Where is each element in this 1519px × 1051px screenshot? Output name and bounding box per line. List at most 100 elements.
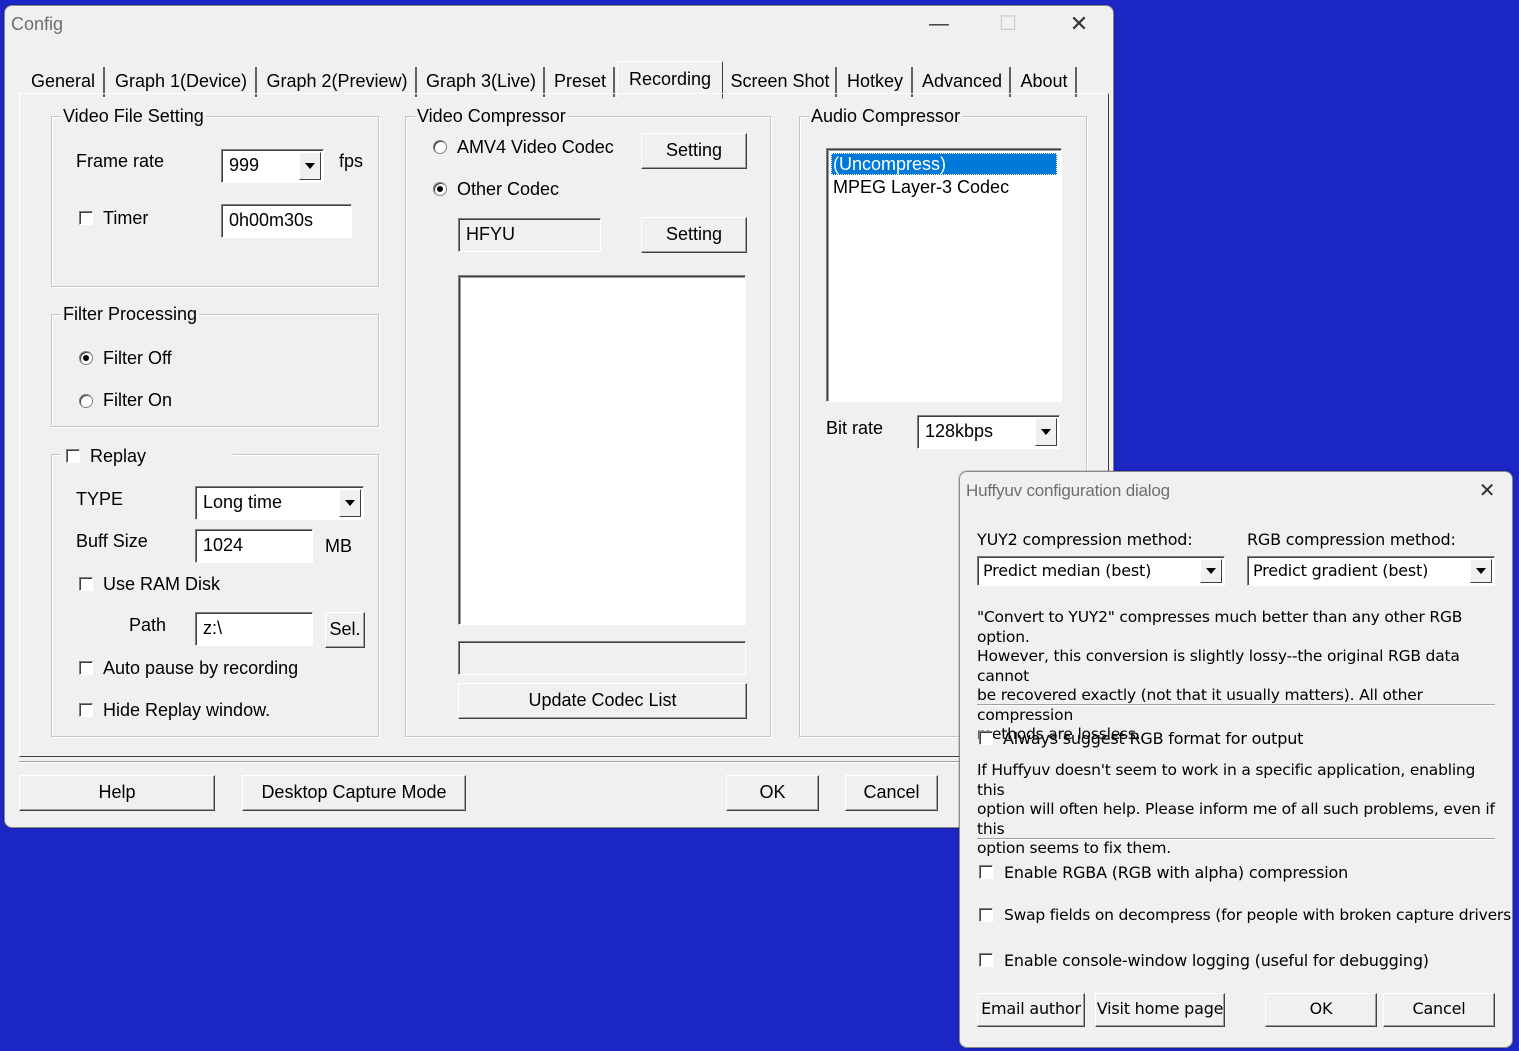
huffyuv-dialog: Huffyuv configuration dialog ✕ YUY2 comp… bbox=[959, 471, 1513, 1048]
replay-legend-box bbox=[61, 444, 233, 468]
filter-group bbox=[51, 314, 379, 427]
bottom-divider bbox=[19, 761, 1109, 763]
ram-disk-label: Use RAM Disk bbox=[103, 574, 221, 594]
codec-status-field bbox=[458, 641, 746, 675]
yuy2-value: Predict median (best) bbox=[983, 561, 1152, 580]
bitrate-label: Bit rate bbox=[826, 418, 884, 438]
video-file-group bbox=[51, 116, 379, 287]
divider bbox=[977, 704, 1495, 706]
hide-replay-checkbox[interactable] bbox=[79, 703, 93, 717]
filter-legend: Filter Processing bbox=[61, 304, 200, 325]
config-title: Config bbox=[11, 14, 64, 34]
maximize-icon[interactable]: ☐ bbox=[985, 8, 1031, 40]
chevron-down-icon[interactable] bbox=[1470, 559, 1492, 583]
replay-label: Replay bbox=[90, 446, 147, 466]
type-label: TYPE bbox=[76, 489, 124, 509]
yuy2-label: YUY2 compression method: bbox=[977, 530, 1193, 549]
suggest-rgb-checkbox[interactable] bbox=[979, 731, 993, 745]
audio-compressor-legend: Audio Compressor bbox=[809, 106, 963, 127]
email-author-button[interactable]: Email author bbox=[977, 993, 1085, 1027]
divider bbox=[977, 838, 1495, 840]
chevron-down-icon[interactable] bbox=[299, 152, 321, 180]
path-field[interactable]: z:\ bbox=[195, 612, 313, 646]
list-item-mpeg-layer3[interactable]: MPEG Layer-3 Codec bbox=[831, 176, 1057, 198]
desc2-line: option will often help. Please inform me… bbox=[977, 800, 1495, 838]
auto-pause-checkbox[interactable] bbox=[79, 661, 93, 675]
video-file-legend: Video File Setting bbox=[61, 106, 206, 127]
codec-field: HFYU bbox=[458, 218, 601, 252]
codec-list[interactable] bbox=[458, 275, 746, 625]
help-button[interactable]: Help bbox=[19, 775, 215, 811]
filter-off-label: Filter Off bbox=[103, 348, 172, 368]
buff-unit-label: MB bbox=[325, 536, 352, 556]
video-compressor-legend: Video Compressor bbox=[415, 106, 568, 127]
visit-home-page-button[interactable]: Visit home page bbox=[1095, 993, 1225, 1027]
hide-replay-label: Hide Replay window. bbox=[103, 700, 271, 720]
list-item-uncompress[interactable]: (Uncompress) bbox=[831, 153, 1057, 175]
yuy2-combo[interactable]: Predict median (best) bbox=[977, 556, 1225, 586]
filter-off-radio[interactable] bbox=[79, 351, 93, 365]
desc1-line: "Convert to YUY2" compresses much better… bbox=[977, 608, 1463, 646]
console-logging-checkbox[interactable] bbox=[979, 953, 993, 967]
rgb-value: Predict gradient (best) bbox=[1253, 561, 1429, 580]
timer-checkbox[interactable] bbox=[79, 211, 93, 225]
fps-label: fps bbox=[339, 151, 364, 171]
rgb-combo[interactable]: Predict gradient (best) bbox=[1247, 556, 1495, 586]
bitrate-value: 128kbps bbox=[925, 421, 994, 441]
buff-size-value: 1024 bbox=[203, 535, 244, 555]
config-ok-button[interactable]: OK bbox=[726, 775, 819, 811]
frame-rate-combo[interactable]: 999 bbox=[221, 149, 324, 183]
filter-on-label: Filter On bbox=[103, 390, 173, 410]
close-icon[interactable]: ✕ bbox=[1464, 474, 1510, 506]
path-value: z:\ bbox=[203, 618, 223, 638]
chevron-down-icon[interactable] bbox=[1200, 559, 1222, 583]
config-cancel-button[interactable]: Cancel bbox=[845, 775, 938, 811]
chevron-down-icon[interactable] bbox=[1035, 418, 1057, 446]
desc1-line: However, this conversion is slightly los… bbox=[977, 647, 1460, 685]
console-logging-label: Enable console-window logging (useful fo… bbox=[1004, 951, 1429, 970]
timer-value: 0h00m30s bbox=[229, 210, 314, 230]
other-setting-button[interactable]: Setting bbox=[641, 217, 747, 253]
rgb-label: RGB compression method: bbox=[1247, 530, 1456, 549]
ram-disk-checkbox[interactable] bbox=[79, 577, 93, 591]
swap-fields-label: Swap fields on decompress (for people wi… bbox=[1004, 906, 1513, 924]
buff-size-label: Buff Size bbox=[76, 531, 148, 551]
chevron-down-icon[interactable] bbox=[339, 489, 361, 517]
timer-field[interactable]: 0h00m30s bbox=[221, 204, 352, 238]
desc2-line: If Huffyuv doesn't seem to work in a spe… bbox=[977, 761, 1476, 799]
desc2-line: option seems to fix them. bbox=[977, 839, 1172, 857]
buff-size-field[interactable]: 1024 bbox=[195, 529, 313, 563]
codec-value: HFYU bbox=[466, 224, 515, 244]
amv4-radio[interactable] bbox=[433, 140, 447, 154]
type-value: Long time bbox=[203, 492, 283, 512]
amv4-label: AMV4 Video Codec bbox=[457, 137, 614, 157]
suggest-rgb-label: Always suggest RGB format for output bbox=[1003, 729, 1304, 748]
config-window: Config — ☐ ✕ General Graph 1(Device) Gra… bbox=[4, 5, 1114, 828]
path-label: Path bbox=[129, 615, 167, 635]
timer-label: Timer bbox=[103, 208, 149, 228]
huffyuv-cancel-button[interactable]: Cancel bbox=[1383, 993, 1495, 1027]
rgba-label: Enable RGBA (RGB with alpha) compression bbox=[1004, 863, 1349, 882]
swap-fields-checkbox[interactable] bbox=[979, 908, 993, 922]
update-codec-list-button[interactable]: Update Codec List bbox=[458, 683, 747, 719]
desktop-capture-button[interactable]: Desktop Capture Mode bbox=[242, 775, 466, 811]
bitrate-combo[interactable]: 128kbps bbox=[917, 415, 1060, 449]
minimize-icon[interactable]: — bbox=[916, 8, 962, 40]
suggest-rgb-description: If Huffyuv doesn't seem to work in a spe… bbox=[977, 761, 1502, 859]
auto-pause-label: Auto pause by recording bbox=[103, 658, 299, 678]
sel-button[interactable]: Sel. bbox=[325, 612, 365, 648]
frame-rate-value: 999 bbox=[229, 155, 260, 175]
frame-rate-label: Frame rate bbox=[76, 151, 165, 171]
amv4-setting-button[interactable]: Setting bbox=[641, 133, 747, 169]
huffyuv-title: Huffyuv configuration dialog bbox=[966, 481, 1170, 500]
replay-checkbox[interactable] bbox=[66, 449, 80, 463]
type-combo[interactable]: Long time bbox=[195, 486, 364, 520]
rgba-checkbox[interactable] bbox=[979, 865, 993, 879]
yuy2-description: "Convert to YUY2" compresses much better… bbox=[977, 608, 1502, 745]
filter-on-radio[interactable] bbox=[79, 394, 93, 408]
close-icon[interactable]: ✕ bbox=[1056, 8, 1102, 40]
other-codec-label: Other Codec bbox=[457, 179, 560, 199]
huffyuv-ok-button[interactable]: OK bbox=[1265, 993, 1377, 1027]
audio-codec-list[interactable]: (Uncompress) MPEG Layer-3 Codec bbox=[826, 148, 1062, 402]
other-codec-radio[interactable] bbox=[433, 182, 447, 196]
